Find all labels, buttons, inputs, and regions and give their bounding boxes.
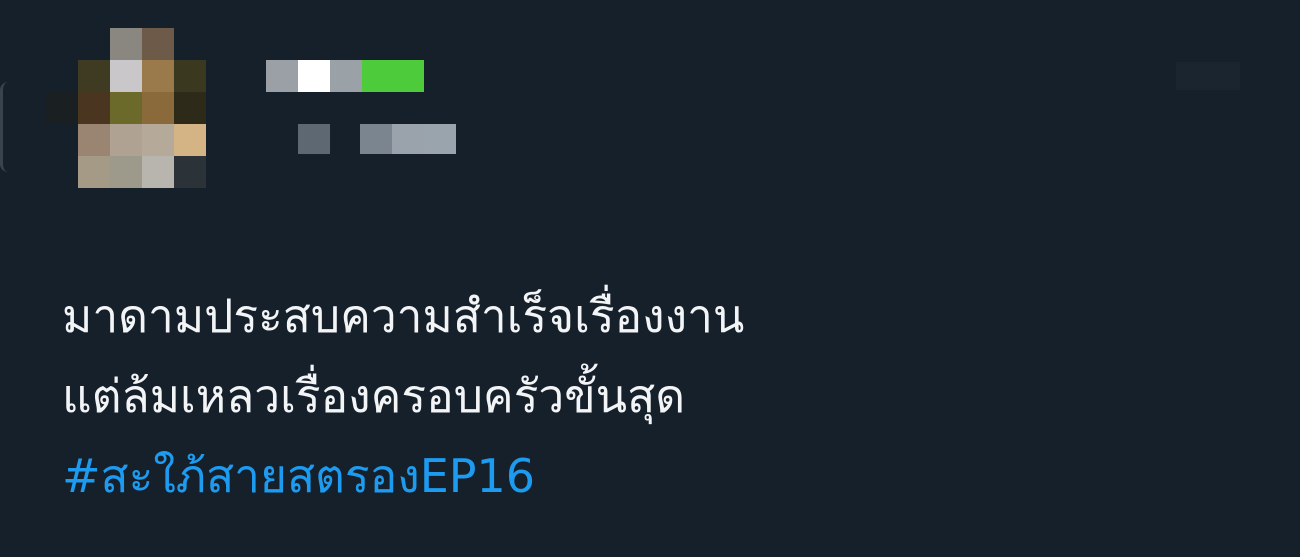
- handle-redacted: [298, 124, 458, 154]
- avatar[interactable]: [46, 28, 206, 188]
- tweet-card: มาดามประสบความสำเร็จเรื่องงาน แต่ล้มเหลว…: [0, 0, 1300, 557]
- hashtag-link[interactable]: #สะใภ้สายสตรองEP16: [62, 436, 1242, 516]
- tweet-text-line-1: มาดามประสบความสำเร็จเรื่องงาน: [62, 289, 745, 343]
- more-options-icon[interactable]: [1176, 62, 1240, 90]
- tweet-text: มาดามประสบความสำเร็จเรื่องงาน แต่ล้มเหลว…: [62, 276, 1242, 516]
- previous-card-edge: [0, 82, 17, 172]
- display-name-redacted[interactable]: [266, 60, 426, 92]
- tweet-text-line-2: แต่ล้มเหลวเรื่องครอบครัวขั้นสุด: [62, 369, 686, 423]
